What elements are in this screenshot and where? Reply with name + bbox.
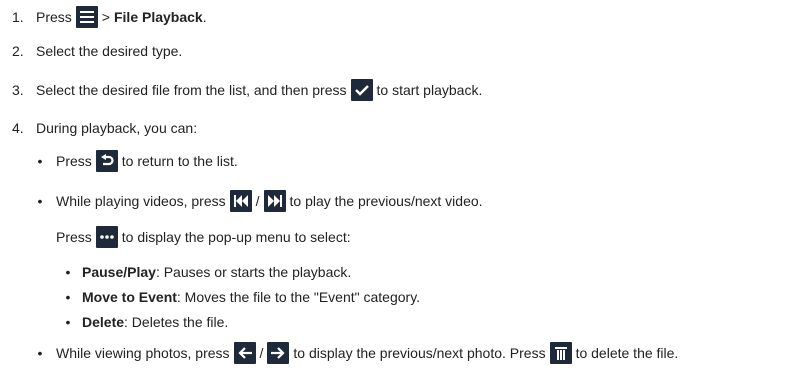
bullet-return: • Press to return to the list. [0, 150, 238, 172]
step-2: 2. Select the desired type. [0, 40, 182, 62]
sub-item-label: Move to Event [82, 289, 177, 305]
bullet: • [37, 345, 43, 361]
step-3: 3. Select the desired file from the list… [0, 79, 482, 101]
sub-item-text: : Deletes the file. [124, 314, 229, 330]
breadcrumb-separator: > [101, 9, 110, 25]
skip-previous-icon [229, 190, 252, 212]
step-4: 4. During playback, you can: [0, 117, 197, 139]
step-number: 2. [12, 43, 24, 59]
bullet-text: Press [56, 153, 92, 169]
bullet-videos: • While playing videos, press / to play … [0, 190, 483, 212]
step-text: . [202, 9, 207, 25]
sub-item-label: Delete [82, 314, 125, 330]
sub-item-delete: • Delete : Deletes the file. [0, 311, 229, 333]
slash-separator: / [255, 193, 260, 209]
bullet-text: to display the pop-up menu to select: [121, 229, 351, 245]
bullet-text: to return to the list. [121, 153, 238, 169]
bullet: • [65, 264, 71, 280]
step-number: 1. [12, 9, 24, 25]
step-text: Select the desired file from the list, a… [36, 82, 347, 98]
step-1: 1. Press > File Playback . [0, 6, 207, 28]
sub-item-move-to-event: • Move to Event : Moves the file to the … [0, 286, 421, 308]
skip-next-icon [263, 190, 286, 212]
bullet: • [37, 193, 43, 209]
bullet-text: to display the previous/next photo. Pres… [293, 345, 546, 361]
arrow-right-icon [267, 342, 290, 364]
return-icon [95, 150, 118, 172]
bullet-text: Press [56, 229, 92, 245]
bullet: • [37, 153, 43, 169]
sub-item-text: : Moves the file to the "Event" category… [176, 289, 421, 305]
bullet-photos: • While viewing photos, press / to displ… [0, 342, 678, 364]
step-text: Press [36, 9, 72, 25]
bullet: • [65, 289, 71, 305]
step-text: to start playback. [376, 82, 483, 98]
slash-separator: / [259, 345, 264, 361]
step-number: 4. [12, 120, 24, 136]
sub-item-text: : Pauses or starts the playback. [155, 264, 352, 280]
checkmark-icon [350, 79, 373, 101]
step-text: During playback, you can: [36, 120, 198, 136]
bullet-text: to play the previous/next video. [289, 193, 483, 209]
trash-icon [549, 342, 572, 364]
menu-path: File Playback [113, 9, 203, 25]
bullet-text: to delete the file. [575, 345, 679, 361]
menu-icon [75, 6, 98, 28]
bullet-text: While playing videos, press [56, 193, 226, 209]
sub-item-pause-play: • Pause/Play : Pauses or starts the play… [0, 261, 352, 283]
bullet-text: While viewing photos, press [56, 345, 230, 361]
popup-line: Press to display the pop-up menu to sele… [0, 226, 351, 248]
arrow-left-icon [233, 342, 256, 364]
bullet: • [65, 314, 71, 330]
more-icon [95, 226, 118, 248]
step-number: 3. [12, 82, 24, 98]
sub-item-label: Pause/Play [82, 264, 156, 280]
step-text: Select the desired type. [36, 43, 183, 59]
